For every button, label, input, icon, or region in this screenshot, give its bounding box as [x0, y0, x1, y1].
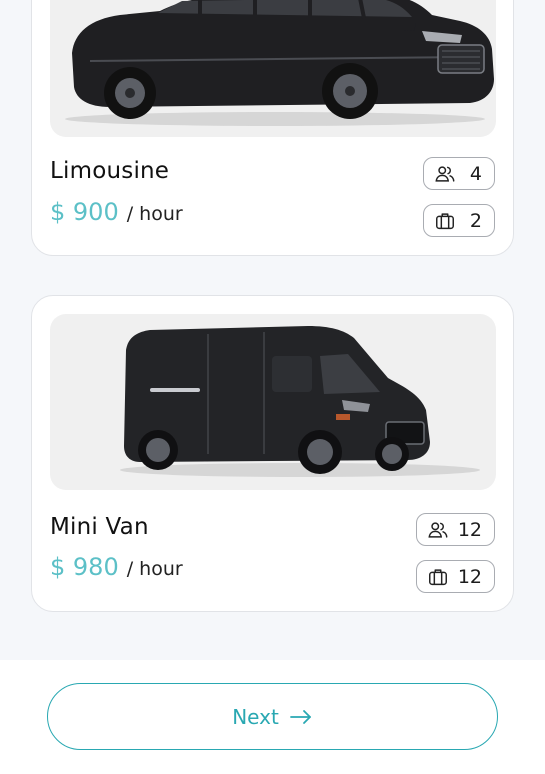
price: $ 900 [50, 198, 119, 226]
suitcase-icon [429, 568, 447, 585]
price-unit: / hour [126, 203, 183, 225]
users-icon [428, 521, 448, 538]
vehicle-image [50, 314, 496, 490]
suitcase-icon [436, 212, 454, 229]
passenger-capacity-badge: 4 [423, 157, 495, 190]
next-button-label: Next [232, 704, 279, 729]
vehicle-name: Limousine [50, 158, 170, 184]
luggage-capacity-badge: 12 [416, 560, 495, 593]
van-icon [120, 326, 480, 477]
vehicle-card-limousine[interactable]: Limousine $ 900 / hour 4 2 [31, 0, 514, 256]
vehicle-name: Mini Van [50, 514, 149, 540]
limousine-car-icon [65, 0, 494, 126]
arrow-right-icon [289, 709, 311, 724]
luggage-capacity-badge: 2 [423, 204, 495, 237]
luggage-count: 2 [469, 209, 482, 232]
passenger-count: 12 [457, 518, 482, 541]
price-unit: / hour [126, 558, 183, 580]
vehicle-card-mini-van[interactable]: Mini Van $ 980 / hour 12 12 [31, 295, 514, 612]
footer-bar: Next [0, 660, 545, 774]
price-row: $ 900 / hour [50, 198, 183, 226]
luggage-count: 12 [457, 565, 482, 588]
next-button[interactable]: Next [47, 683, 498, 750]
price-row: $ 980 / hour [50, 553, 183, 581]
passenger-count: 4 [469, 162, 482, 185]
vehicle-image [50, 0, 496, 137]
passenger-capacity-badge: 12 [416, 513, 495, 546]
users-icon [435, 165, 455, 182]
price: $ 980 [50, 553, 119, 581]
